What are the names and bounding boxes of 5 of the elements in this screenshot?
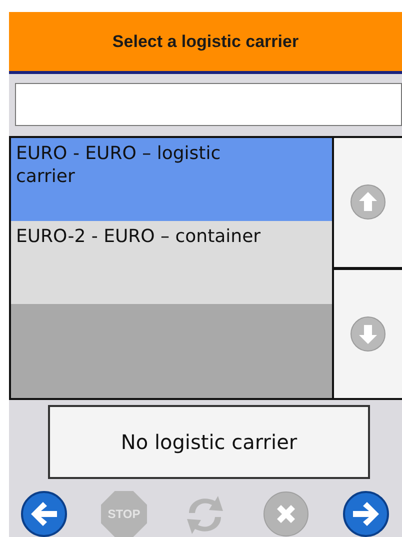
input-field[interactable] xyxy=(15,83,402,126)
list-item[interactable]: EURO - EURO – logistic carrier xyxy=(11,138,332,221)
window-title: Select a logistic carrier xyxy=(112,32,299,52)
no-carrier-button[interactable]: No logistic carrier xyxy=(48,405,370,479)
list-item[interactable]: EURO-2 - EURO – container xyxy=(11,221,332,304)
